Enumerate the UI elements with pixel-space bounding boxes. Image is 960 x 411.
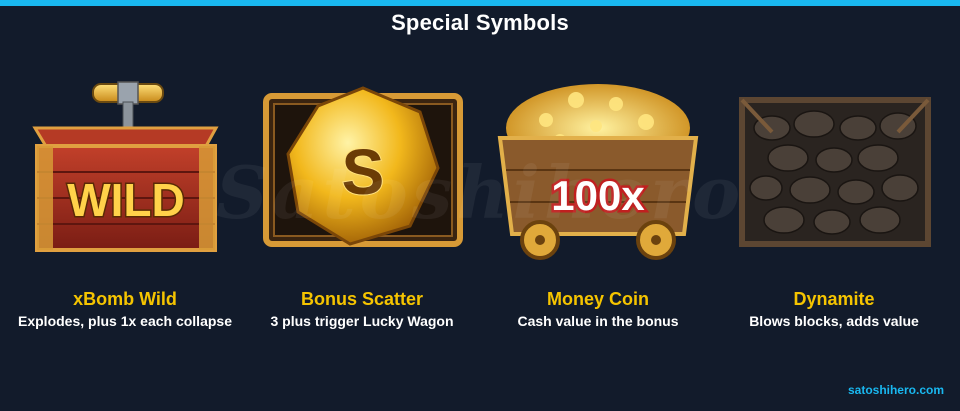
symbol-card-wild: WILD (10, 76, 240, 256)
symbol-card-scatter: S (247, 76, 477, 256)
gold-mine-cart-icon: 100x (497, 84, 698, 260)
symbol-name-wild: xBomb Wild (73, 289, 177, 309)
wild-badge-text: WILD (67, 174, 185, 226)
gold-nugget-scatter-icon: S (262, 86, 463, 247)
symbol-card-money: 100x (483, 76, 713, 265)
symbol-card-dynamite (719, 76, 949, 256)
money-badge-text: 100x (551, 172, 645, 219)
symbol-name-money: Money Coin (547, 289, 649, 309)
page-title: Special Symbols (391, 10, 569, 35)
symbol-desc-money: Cash value in the bonus (517, 313, 679, 329)
symbol-desc-dynamite: Blows blocks, adds value (749, 313, 919, 329)
footer-site-link[interactable]: satoshihero.com (848, 383, 944, 397)
symbol-desc-wild: Explodes, plus 1x each collapse (18, 313, 232, 329)
top-accent-bar (0, 0, 960, 6)
symbol-name-scatter: Bonus Scatter (300, 289, 424, 309)
scatter-badge-text: S (341, 136, 384, 208)
symbol-desc-scatter: 3 plus trigger Lucky Wagon (270, 313, 454, 329)
wild-crate-icon: WILD (31, 81, 219, 252)
symbol-name-dynamite: Dynamite (793, 289, 875, 309)
rock-block-icon (738, 97, 931, 247)
